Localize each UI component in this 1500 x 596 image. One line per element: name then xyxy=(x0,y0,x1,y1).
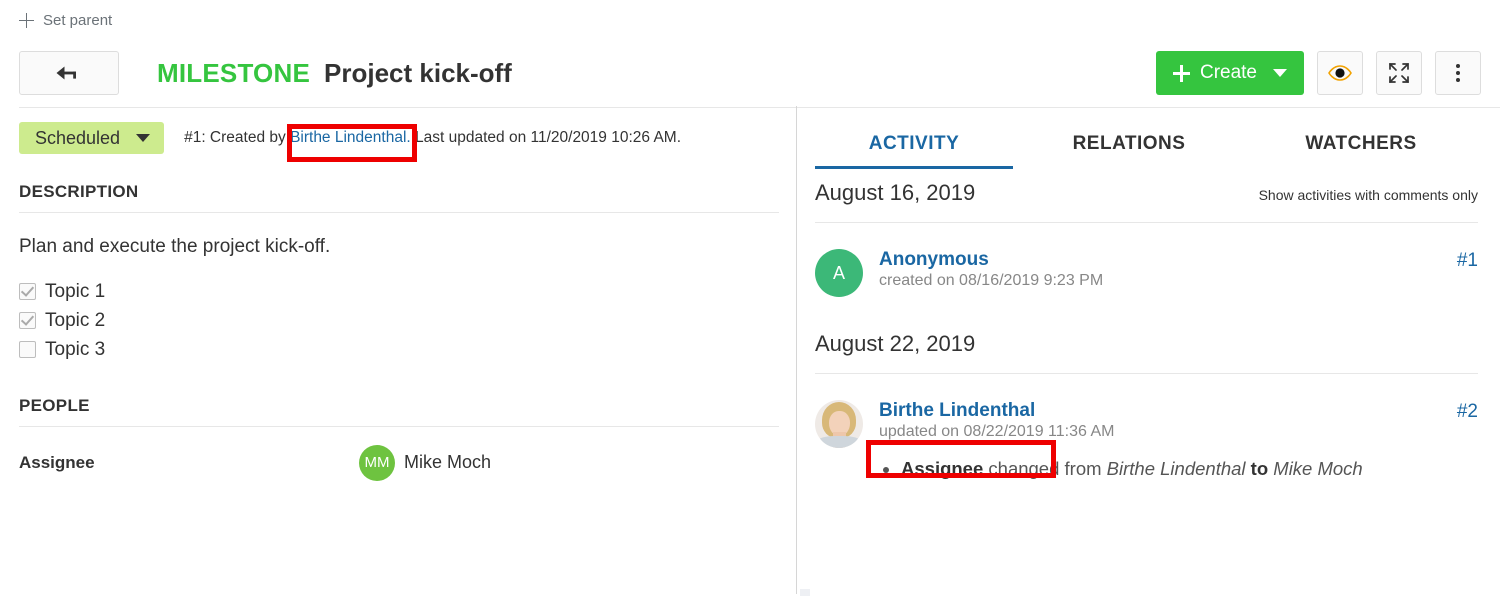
create-button[interactable]: Create xyxy=(1155,51,1304,95)
plus-icon xyxy=(1172,64,1190,82)
activity-timestamp: updated on 08/22/2019 11:36 AM xyxy=(879,423,1115,440)
details-meta-suffix: Last updated on 11/20/2019 10:26 AM. xyxy=(410,129,682,146)
more-menu-button[interactable] xyxy=(1435,51,1481,95)
toolbar-actions: Create xyxy=(1155,51,1481,95)
tab-watchers[interactable]: WATCHERS xyxy=(1245,133,1477,169)
change-joiner: to xyxy=(1245,458,1274,479)
eye-icon xyxy=(1328,65,1352,81)
create-button-label: Create xyxy=(1199,62,1257,83)
page-title: MILESTONE Project kick-off xyxy=(157,58,1156,89)
more-vertical-icon xyxy=(1456,64,1460,82)
set-parent-button[interactable]: Set parent xyxy=(19,12,112,29)
avatar: MM xyxy=(359,444,395,481)
activity-date-group-header: August 22, 2019 xyxy=(815,297,1478,357)
assignee-value[interactable]: MM Mike Moch xyxy=(359,444,492,481)
assignee-name: Mike Moch xyxy=(404,452,492,473)
activity-date: August 22, 2019 xyxy=(815,331,976,356)
fullscreen-button[interactable] xyxy=(1376,51,1422,95)
watch-button[interactable] xyxy=(1317,51,1363,95)
set-parent-label: Set parent xyxy=(43,11,113,29)
activity-date: August 16, 2019 xyxy=(815,180,976,205)
breadcrumb: Set parent xyxy=(0,0,1500,40)
avatar-shoulders xyxy=(818,436,860,448)
checkbox-checked-icon[interactable] xyxy=(19,283,36,301)
activity-2-user-link[interactable]: Birthe Lindenthal xyxy=(879,400,1035,422)
activity-entry-body: Anonymous created on 08/16/2019 9:23 PM xyxy=(879,249,1478,297)
details-meta-prefix: #1: Created by xyxy=(184,129,291,146)
chevron-down-icon xyxy=(1273,69,1287,77)
change-field: Assignee xyxy=(901,458,984,479)
scroll-artifact xyxy=(800,589,810,596)
status-badge[interactable]: Scheduled xyxy=(19,122,165,154)
assignee-row: Assignee MM Mike Moch xyxy=(19,427,777,481)
details-meta-author-link[interactable]: Birthe Lindenthal. xyxy=(290,129,411,146)
tab-activity[interactable]: ACTIVITY xyxy=(815,133,1013,169)
list-item-label: Topic 2 xyxy=(45,309,106,331)
list-item[interactable]: Topic 3 xyxy=(19,339,777,361)
list-item[interactable]: Topic 2 xyxy=(19,310,777,332)
assignee-label: Assignee xyxy=(19,452,95,472)
description-text: Plan and execute the project kick-off. xyxy=(19,236,331,257)
fullscreen-icon xyxy=(1389,63,1409,83)
change-verb: changed from xyxy=(983,458,1107,479)
work-package-type: MILESTONE xyxy=(157,57,311,88)
plus-icon xyxy=(19,12,34,28)
activity-number-link[interactable]: #2 xyxy=(1457,401,1478,423)
list-item: Assignee changed from Birthe Lindenthal … xyxy=(901,455,1478,483)
status-badge-label: Scheduled xyxy=(35,127,121,148)
back-arrow-icon xyxy=(56,66,76,80)
activity-entry: Birthe Lindenthal updated on 08/22/2019 … xyxy=(815,374,1478,483)
people-heading: PEOPLE xyxy=(19,395,90,415)
content-panes: Scheduled #1: Created by Birthe Lindenth… xyxy=(0,106,1500,594)
description-checklist: Topic 1 Topic 2 Topic 3 xyxy=(19,281,777,361)
work-package-toolbar: MILESTONE Project kick-off Create xyxy=(0,40,1500,106)
avatar xyxy=(815,400,863,448)
work-package-details-pane: Scheduled #1: Created by Birthe Lindenth… xyxy=(0,106,797,594)
activity-entry: A Anonymous created on 08/16/2019 9:23 P… xyxy=(815,223,1478,297)
activity-entry-body: Birthe Lindenthal updated on 08/22/2019 … xyxy=(879,400,1478,483)
list-item-label: Topic 3 xyxy=(45,338,106,360)
checkbox-unchecked-icon[interactable] xyxy=(19,341,36,359)
activity-date-group-header: August 16, 2019 Show activities with com… xyxy=(815,169,1478,206)
activity-1-user-link[interactable]: Anonymous xyxy=(879,249,989,271)
back-button[interactable] xyxy=(19,51,119,95)
comments-only-toggle[interactable]: Show activities with comments only xyxy=(1259,187,1478,203)
change-to: Mike Moch xyxy=(1273,458,1363,479)
avatar: A xyxy=(815,249,863,297)
tab-relations[interactable]: RELATIONS xyxy=(1013,133,1245,169)
activity-number-link[interactable]: #1 xyxy=(1457,250,1478,272)
status-row: Scheduled #1: Created by Birthe Lindenth… xyxy=(19,106,777,154)
chevron-down-icon xyxy=(136,134,151,142)
details-meta: #1: Created by Birthe Lindenthal. Last u… xyxy=(184,129,681,147)
detail-tabs: ACTIVITY RELATIONS WATCHERS xyxy=(815,106,1478,169)
list-item-label: Topic 1 xyxy=(45,280,106,302)
list-item[interactable]: Topic 1 xyxy=(19,281,777,303)
activity-change-list: Assignee changed from Birthe Lindenthal … xyxy=(879,455,1478,483)
change-from: Birthe Lindenthal xyxy=(1106,458,1246,479)
checkbox-checked-icon[interactable] xyxy=(19,312,36,330)
activity-pane: ACTIVITY RELATIONS WATCHERS August 16, 2… xyxy=(797,106,1500,594)
work-package-subject: Project kick-off xyxy=(324,57,512,88)
activity-timestamp: created on 08/16/2019 9:23 PM xyxy=(879,272,1104,289)
description-heading: DESCRIPTION xyxy=(19,182,139,201)
